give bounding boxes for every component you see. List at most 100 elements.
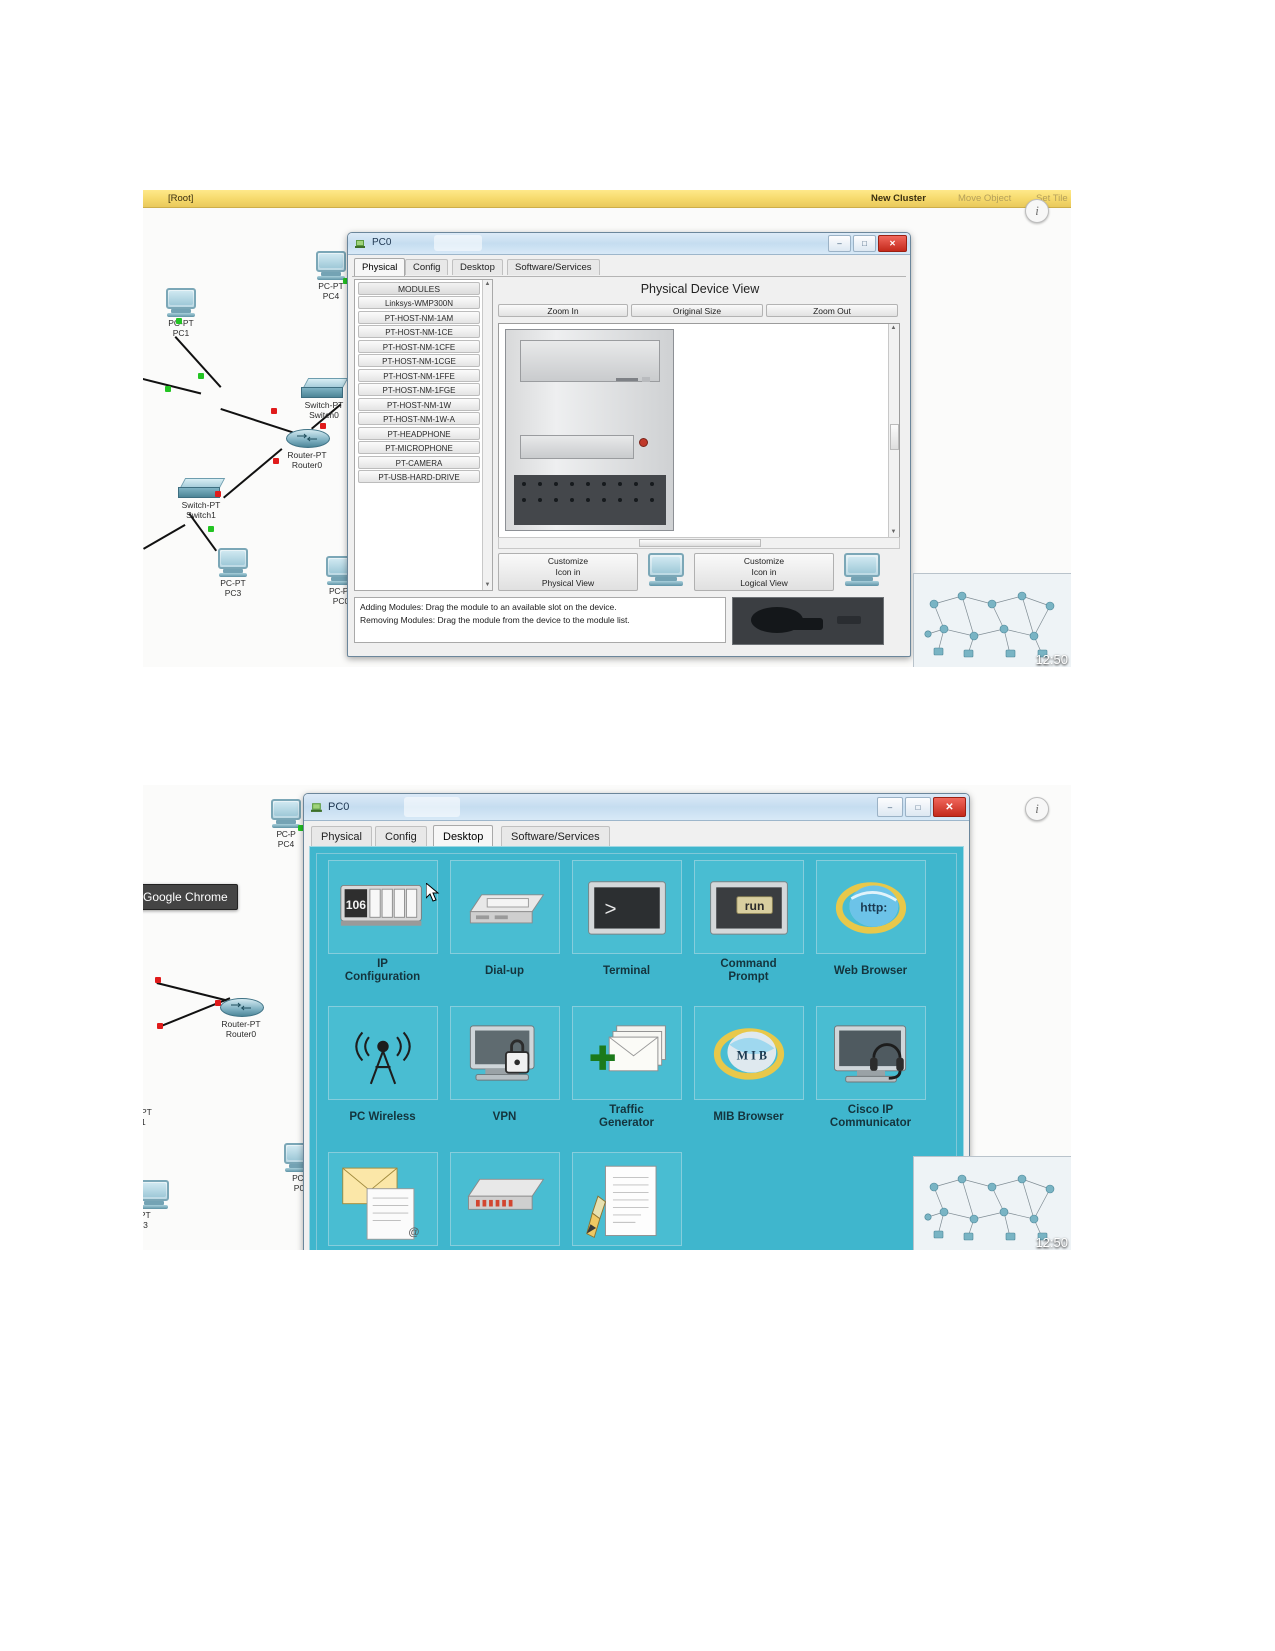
minimize-button[interactable]: – (877, 797, 903, 817)
desktop-item-command-prompt[interactable]: run Command Prompt (689, 860, 808, 1006)
device-view-canvas[interactable]: ▲ ▼ (498, 323, 900, 538)
pppoe-dialer-icon[interactable] (449, 1152, 560, 1246)
svg-text:106: 106 (345, 898, 366, 912)
minimize-button[interactable]: – (828, 235, 851, 252)
module-item[interactable]: PT-USB-HARD-DRIVE (358, 470, 480, 483)
video-thumbnail-overlay[interactable]: 12:50 (913, 1156, 1071, 1250)
desktop-panel[interactable]: 106 IP Configuration Dial-up > Terminal … (309, 846, 964, 1250)
desktop-item-traffic-generator[interactable]: Traffic Generator (567, 1006, 686, 1152)
device-view-hscrollbar[interactable] (498, 537, 900, 549)
window-titlebar[interactable]: PC0 – □ ✕ (304, 794, 969, 821)
dial-up-icon[interactable] (449, 860, 560, 954)
desktop-item-pppoe-dialer[interactable] (445, 1152, 564, 1250)
mib-browser-icon[interactable]: M I B (693, 1006, 804, 1100)
tab-bar[interactable]: Physical Config Desktop Software/Service… (352, 258, 906, 277)
module-item[interactable]: PT-HOST-NM-1AM (358, 310, 480, 324)
tab-software-services[interactable]: Software/Services (501, 826, 610, 846)
vpn-icon[interactable] (449, 1006, 560, 1100)
scroll-thumb[interactable] (639, 539, 761, 547)
pc0-physical-window[interactable]: PC0 – □ ✕ Physical Config Desktop Softwa… (347, 232, 911, 657)
node-router0[interactable]: Router-PT Router0 (271, 426, 343, 470)
pc-wireless-glyph (354, 1031, 411, 1085)
cisco-ip-communicator-icon[interactable] (815, 1006, 926, 1100)
scroll-down-icon[interactable]: ▼ (889, 528, 898, 537)
node-switch1[interactable]: Switch-PT Switch1 (168, 478, 234, 520)
scroll-up-icon[interactable]: ▲ (483, 280, 492, 289)
module-item[interactable]: PT-HEADPHONE (358, 426, 480, 440)
maximize-button[interactable]: □ (905, 797, 931, 817)
desktop-item-ip-configuration[interactable]: 106 IP Configuration (323, 860, 442, 1006)
modules-scrollbar[interactable]: ▲ ▼ (482, 280, 492, 590)
desktop-item-web-browser[interactable]: http: Web Browser (811, 860, 930, 1006)
device-view-vscrollbar[interactable]: ▲ ▼ (888, 324, 899, 537)
video-thumbnail-overlay[interactable]: 12:50 (913, 573, 1071, 667)
traffic-generator-icon[interactable] (571, 1006, 682, 1100)
module-item[interactable]: PT-HOST-NM-1FGE (358, 383, 480, 396)
desktop-item-terminal[interactable]: > Terminal (567, 860, 686, 1006)
info-badge[interactable]: i (1025, 199, 1049, 223)
info-badge[interactable]: i (1025, 797, 1049, 821)
desktop-item-text-editor[interactable] (567, 1152, 686, 1250)
module-item[interactable]: PT-HOST-NM-1W-A (358, 412, 480, 425)
chassis-drive-bay (520, 340, 660, 382)
move-object-button[interactable]: Move Object (958, 193, 1011, 204)
node-router0[interactable]: Router-PT Router0 (205, 995, 277, 1039)
module-item[interactable]: Linksys-WMP300N (358, 296, 480, 309)
tab-bar[interactable]: Physical Config Desktop Software/Service… (309, 825, 964, 848)
module-item[interactable]: PT-CAMERA (358, 455, 480, 469)
modules-list-panel[interactable]: MODULES Linksys-WMP300N PT-HOST-NM-1AM P… (354, 279, 493, 591)
scroll-up-icon[interactable]: ▲ (889, 324, 898, 333)
new-cluster-button[interactable]: New Cluster (871, 193, 926, 204)
vpn-glyph (469, 1025, 534, 1081)
scroll-down-icon[interactable]: ▼ (483, 581, 492, 590)
desktop-grid[interactable]: 106 IP Configuration Dial-up > Terminal … (316, 853, 957, 1250)
zoom-in-button[interactable]: Zoom In (498, 304, 628, 317)
email-icon[interactable]: @ (327, 1152, 438, 1246)
window-controls[interactable]: – □ ✕ (828, 235, 907, 252)
maximize-button[interactable]: □ (853, 235, 876, 252)
titlebar-glass-highlight (434, 235, 482, 251)
original-size-button[interactable]: Original Size (631, 304, 763, 317)
module-item[interactable]: PT-HOST-NM-1FFE (358, 368, 480, 382)
desktop-item-email[interactable]: @ (323, 1152, 442, 1250)
module-item[interactable]: PT-HOST-NM-1CGE (358, 354, 480, 367)
customize-icon-physical-view-button[interactable]: Customize Icon in Physical View (498, 553, 638, 591)
desktop-item-cisco-ip-communicator[interactable]: Cisco IP Communicator (811, 1006, 930, 1152)
desktop-item-mib-browser[interactable]: M I B MIB Browser (689, 1006, 808, 1152)
physical-view-preview-icon (644, 553, 688, 591)
tab-software-services[interactable]: Software/Services (507, 259, 600, 275)
desktop-item-dial-up[interactable]: Dial-up (445, 860, 564, 1006)
ip-configuration-icon[interactable]: 106 (327, 860, 438, 954)
tab-desktop[interactable]: Desktop (433, 825, 494, 847)
command-prompt-icon[interactable]: run (693, 860, 804, 954)
module-item[interactable]: PT-HOST-NM-1W (358, 397, 480, 411)
text-editor-icon[interactable] (571, 1152, 682, 1246)
tab-physical[interactable]: Physical (311, 826, 372, 846)
tab-config[interactable]: Config (375, 826, 427, 846)
window-titlebar[interactable]: PC0 – □ ✕ (348, 233, 910, 255)
terminal-icon[interactable]: > (571, 860, 682, 954)
desktop-item-pc-wireless[interactable]: PC Wireless (323, 1006, 442, 1152)
window-controls[interactable]: – □ ✕ (877, 797, 966, 817)
pc-wireless-icon[interactable] (327, 1006, 438, 1100)
tab-physical[interactable]: Physical (354, 258, 406, 276)
email-glyph: @ (341, 1167, 419, 1240)
tab-desktop[interactable]: Desktop (452, 259, 503, 275)
zoom-out-button[interactable]: Zoom Out (766, 304, 898, 317)
web-browser-icon[interactable]: http: (815, 860, 926, 954)
scroll-thumb[interactable] (890, 424, 899, 450)
pc0-desktop-window[interactable]: PC0 – □ ✕ Physical Config Desktop Softwa… (303, 793, 970, 1250)
ip-configuration-glyph: 106 (339, 885, 422, 926)
node-pc1[interactable]: PC-PT PC1 (153, 288, 209, 338)
module-item[interactable]: PT-HOST-NM-1CE (358, 325, 480, 338)
root-label[interactable]: [Root] (168, 193, 193, 204)
node-pc3[interactable]: PC-PT PC3 (205, 548, 261, 598)
customize-icon-logical-view-button[interactable]: Customize Icon in Logical View (694, 553, 834, 591)
tab-config[interactable]: Config (405, 259, 449, 275)
module-item[interactable]: PT-MICROPHONE (358, 441, 480, 454)
close-button[interactable]: ✕ (878, 235, 907, 252)
desktop-item-vpn[interactable]: VPN (445, 1006, 564, 1152)
node-pc3[interactable]: -PT C3 (143, 1180, 187, 1230)
module-item[interactable]: PT-HOST-NM-1CFE (358, 339, 480, 353)
close-button[interactable]: ✕ (933, 797, 966, 817)
